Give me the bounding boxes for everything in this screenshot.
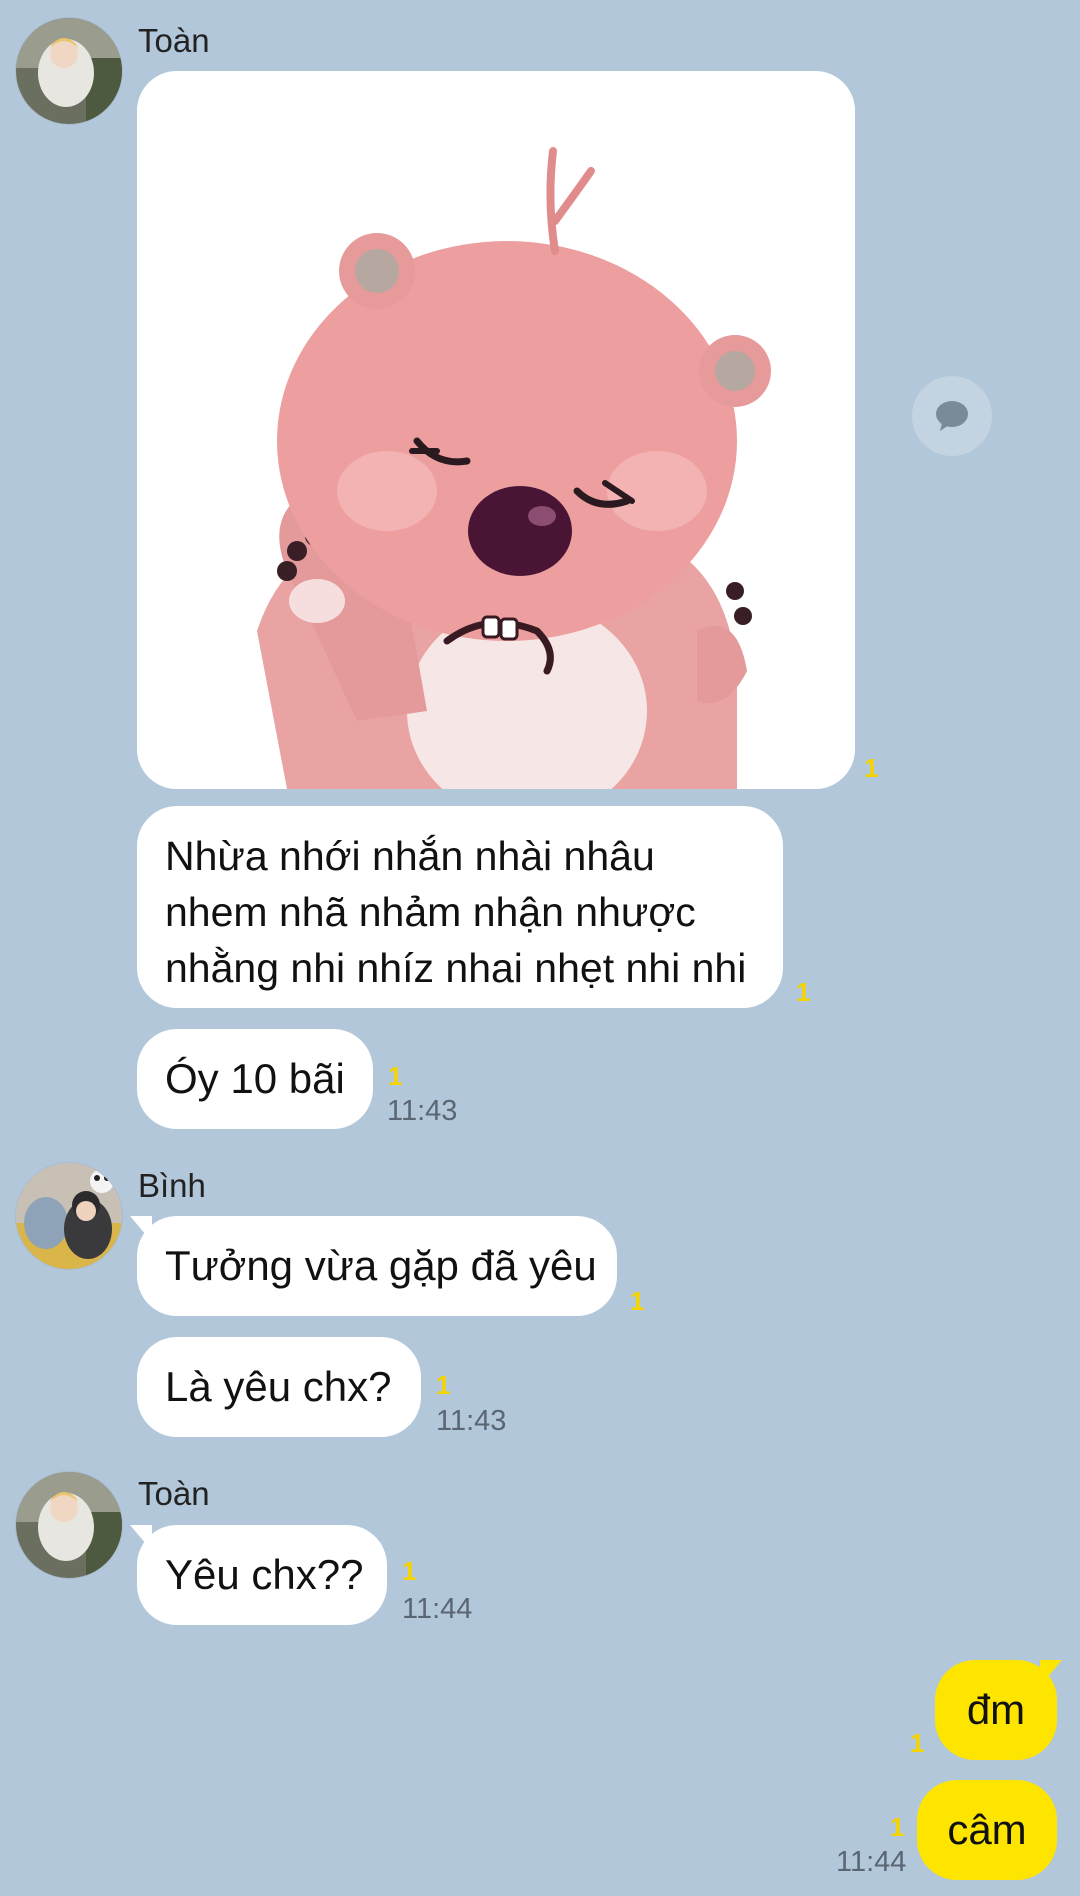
- speech-bubble-icon: [936, 401, 968, 431]
- message-text: câm: [947, 1806, 1027, 1853]
- avatar-binh[interactable]: [16, 1163, 122, 1269]
- reply-button[interactable]: [912, 376, 992, 456]
- unread-count: 1: [402, 1556, 417, 1586]
- message-line: nhằng nhi nhíz nhai nhẹt nhi nhi: [165, 945, 747, 991]
- message-time: 11:44: [836, 1846, 907, 1878]
- message-text: Yêu chx??: [165, 1551, 364, 1598]
- sender-name: Bình: [138, 1167, 206, 1204]
- sender-name: Toàn: [138, 1475, 210, 1512]
- message-line: Nhừa nhới nhắn nhài nhâu: [165, 833, 655, 879]
- message-line: nhem nhã nhảm nhận nhược: [165, 889, 696, 935]
- sender-name: Toàn: [138, 22, 210, 59]
- message-bubble[interactable]: Tưởng vừa gặp đã yêu: [137, 1216, 617, 1316]
- unread-count: 1: [436, 1370, 451, 1400]
- unread-count: 1: [630, 1286, 645, 1316]
- message-text: Tưởng vừa gặp đã yêu: [165, 1242, 597, 1289]
- message-bubble[interactable]: Óy 10 bãi: [137, 1029, 373, 1129]
- my-message-bubble[interactable]: đm: [935, 1660, 1057, 1760]
- message-text: Là yêu chx?: [165, 1363, 392, 1410]
- beaver-sticker-image: [137, 71, 855, 789]
- message-text: đm: [966, 1686, 1026, 1733]
- unread-count: 1: [864, 753, 879, 783]
- sticker-message[interactable]: [137, 71, 855, 789]
- avatar-toan[interactable]: [16, 18, 122, 124]
- my-message-bubble[interactable]: câm: [917, 1780, 1057, 1880]
- unread-count: 1: [910, 1728, 925, 1758]
- message-time: 11:44: [402, 1593, 473, 1625]
- message-bubble[interactable]: Là yêu chx?: [137, 1337, 421, 1437]
- unread-count: 1: [796, 977, 811, 1007]
- message-time: 11:43: [436, 1405, 507, 1437]
- message-bubble[interactable]: Yêu chx??: [137, 1525, 387, 1625]
- unread-count: 1: [890, 1812, 905, 1842]
- message-bubble[interactable]: Nhừa nhới nhắn nhài nhâu nhem nhã nhảm n…: [137, 806, 783, 1008]
- message-time: 11:43: [387, 1095, 458, 1127]
- avatar-toan[interactable]: [16, 1472, 122, 1578]
- message-text: Óy 10 bãi: [165, 1055, 345, 1102]
- unread-count: 1: [388, 1061, 403, 1091]
